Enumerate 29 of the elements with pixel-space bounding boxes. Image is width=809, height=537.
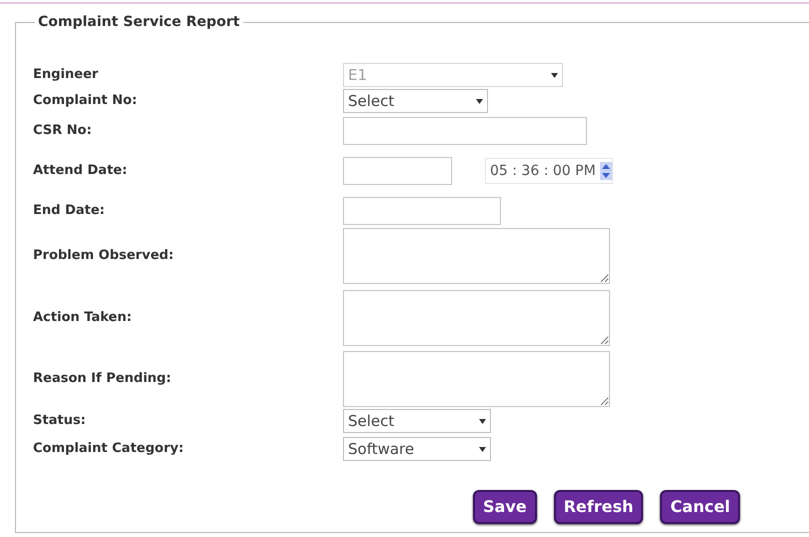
action-button[interactable]: Cancel [660, 490, 740, 524]
caret-icon [476, 98, 483, 104]
input-field[interactable] [343, 197, 501, 225]
dropdown[interactable]: Software [343, 437, 491, 461]
field-label: Attend Date: [33, 162, 128, 180]
field-label: Status: [33, 412, 87, 430]
date-field[interactable] [343, 157, 452, 185]
field-label: Complaint Category: [33, 440, 185, 458]
dropdown[interactable]: Select [343, 89, 488, 113]
caret-icon [479, 418, 486, 424]
section-title: Complaint Service Report [37, 13, 241, 32]
text-area[interactable] [343, 351, 610, 407]
caret-icon [551, 72, 558, 78]
caret-icon [479, 446, 486, 452]
text-area[interactable] [343, 290, 610, 346]
field-label: End Date: [33, 202, 106, 220]
time-field[interactable]: 05 : 36 : 00 PM [485, 158, 613, 184]
text-area[interactable] [343, 228, 610, 284]
dropdown[interactable]: Select [343, 409, 491, 433]
field-label: CSR No: [33, 122, 93, 140]
field-label: Action Taken: [33, 309, 133, 328]
field-label: Engineer [33, 66, 100, 84]
spinner-icon[interactable] [600, 162, 612, 180]
input-field[interactable] [343, 117, 587, 145]
field-label: Reason If Pending: [33, 370, 172, 388]
action-button[interactable]: Save [473, 490, 537, 524]
field-label: Complaint No: [33, 92, 138, 110]
action-button[interactable]: Refresh [554, 490, 644, 524]
field-label: Problem Observed: [33, 247, 175, 266]
